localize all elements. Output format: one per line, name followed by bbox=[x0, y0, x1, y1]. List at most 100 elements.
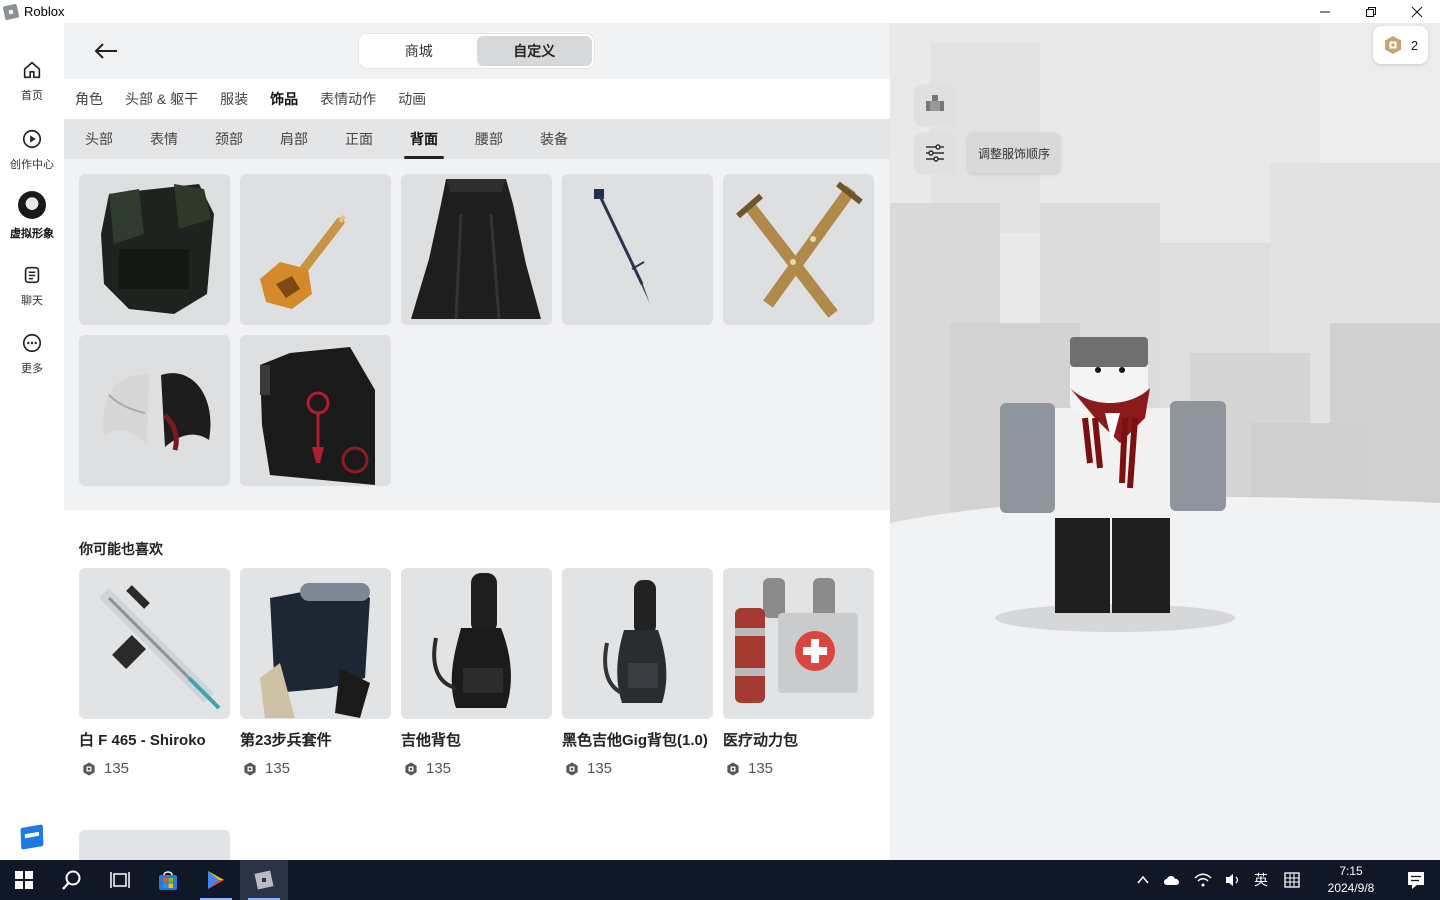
category-tab[interactable]: 动画 bbox=[398, 89, 426, 109]
guitar-case-icon bbox=[432, 573, 511, 708]
task-view-icon bbox=[110, 872, 130, 888]
category-tabs: 角色 头部 & 躯干 服装 饰品 表情动作 动画 bbox=[64, 79, 890, 119]
nav-item-home[interactable]: 首页 bbox=[0, 55, 64, 115]
category-tab[interactable]: 表情动作 bbox=[320, 89, 376, 109]
subcategory-tab[interactable]: 肩部 bbox=[280, 119, 308, 159]
owned-item-tile[interactable] bbox=[79, 174, 230, 325]
owned-item-tile[interactable] bbox=[401, 174, 552, 325]
notification-center-icon[interactable] bbox=[1392, 860, 1440, 900]
item-thumbnail bbox=[240, 568, 391, 719]
roblox-app-icon bbox=[2, 3, 20, 20]
item-price-value: 135 bbox=[265, 760, 291, 777]
crossed-swords-icon bbox=[736, 181, 863, 318]
nav-label-avatar: 虚拟形象 bbox=[10, 228, 54, 240]
task-view-button[interactable] bbox=[96, 860, 144, 900]
back-arrow-icon[interactable] bbox=[92, 37, 120, 65]
item-price-value: 135 bbox=[426, 760, 452, 777]
robux-icon bbox=[244, 762, 256, 775]
home-icon bbox=[23, 61, 41, 79]
search-icon bbox=[62, 870, 81, 890]
tooltip-adjust-order: 调整服饰顺序 bbox=[968, 133, 1060, 173]
ime-mode-icon[interactable] bbox=[1284, 872, 1300, 888]
restore-button[interactable] bbox=[1348, 0, 1394, 23]
adjust-accessory-order-button[interactable] bbox=[914, 132, 956, 174]
more-icon bbox=[22, 333, 42, 353]
windows-taskbar: 英 7:15 2024/9/8 bbox=[0, 860, 1440, 900]
microsoft-store-button[interactable] bbox=[144, 860, 192, 900]
owned-items-grid bbox=[64, 159, 890, 510]
network-icon[interactable] bbox=[1194, 872, 1212, 888]
subcategory-tab[interactable]: 头部 bbox=[85, 119, 113, 159]
ime-language-indicator[interactable]: 英 bbox=[1254, 870, 1268, 890]
backpack-armor-icon bbox=[101, 184, 214, 314]
recommendations-section: 你可能也喜欢 白 F 465 - Shiroko 135 第23步兵套件 135… bbox=[64, 510, 890, 860]
taskbar-clock[interactable]: 7:15 2024/9/8 bbox=[1310, 863, 1392, 897]
subcategory-tab[interactable]: 装备 bbox=[540, 119, 568, 159]
system-tray: 英 7:15 2024/9/8 bbox=[1130, 860, 1440, 900]
avatar bbox=[18, 191, 46, 219]
nav-item-avatar[interactable]: 虚拟形象 bbox=[0, 190, 64, 250]
robux-icon bbox=[405, 762, 417, 775]
item-thumbnail bbox=[723, 568, 874, 719]
left-nav: 首页 创作中心 虚拟形象 聊天 更多 bbox=[0, 23, 64, 860]
owned-item-tile[interactable] bbox=[240, 335, 391, 486]
search-button[interactable] bbox=[48, 860, 96, 900]
category-tab[interactable]: 服装 bbox=[220, 89, 248, 109]
minimize-button[interactable] bbox=[1302, 0, 1348, 23]
chevron-up-icon[interactable] bbox=[1136, 873, 1150, 887]
google-play-button[interactable] bbox=[192, 860, 240, 900]
owned-item-tile[interactable] bbox=[240, 174, 391, 325]
item-price: 135 bbox=[562, 760, 713, 777]
recommendation-card[interactable]: 白 F 465 - Shiroko 135 bbox=[79, 568, 230, 777]
tab-customize[interactable]: 自定义 bbox=[476, 36, 592, 66]
recommendation-card[interactable]: 吉他背包 135 bbox=[401, 568, 552, 777]
item-price: 135 bbox=[79, 760, 230, 777]
category-tab[interactable]: 头部 & 躯干 bbox=[125, 89, 198, 109]
roblox-taskbar-button[interactable] bbox=[240, 860, 288, 900]
golden-staff-icon bbox=[260, 214, 346, 309]
avatar-preview-viewport[interactable]: 2 调整服饰顺序 bbox=[890, 23, 1440, 860]
sliders-icon bbox=[926, 144, 944, 162]
robux-balance-chip[interactable]: 2 bbox=[1373, 26, 1428, 64]
category-tab[interactable]: 角色 bbox=[75, 89, 103, 109]
item-thumbnail bbox=[401, 568, 552, 719]
owned-item-tile[interactable] bbox=[562, 174, 713, 325]
subcategory-tab[interactable]: 正面 bbox=[345, 119, 373, 159]
robux-balance: 2 bbox=[1410, 37, 1419, 53]
avatar-pose-icon bbox=[926, 95, 944, 111]
category-tab-active[interactable]: 饰品 bbox=[270, 89, 298, 109]
robux-icon bbox=[566, 762, 578, 775]
onedrive-cloud-icon[interactable] bbox=[1162, 873, 1182, 887]
infantry-kit-icon bbox=[260, 583, 370, 718]
nav-item-more[interactable]: 更多 bbox=[0, 328, 64, 388]
close-icon bbox=[1411, 6, 1423, 17]
recommendation-card[interactable] bbox=[79, 830, 230, 860]
gig-bag-icon bbox=[603, 580, 667, 703]
recommendation-card[interactable]: 黑色吉他Gig背包(1.0) 135 bbox=[562, 568, 713, 777]
tab-shop[interactable]: 商城 bbox=[361, 36, 477, 66]
recommendation-card[interactable]: 第23步兵套件 135 bbox=[240, 568, 391, 777]
owned-item-tile[interactable] bbox=[723, 174, 874, 325]
subcategory-tab-active[interactable]: 背面 bbox=[404, 119, 444, 159]
owned-item-tile[interactable] bbox=[79, 335, 230, 486]
store-icon bbox=[159, 871, 177, 890]
roblox-app-icon bbox=[254, 870, 274, 890]
item-price-value: 135 bbox=[748, 760, 774, 777]
title-bar: Roblox bbox=[0, 0, 1440, 23]
black-cape-icon bbox=[411, 179, 541, 320]
nav-item-chat[interactable]: 聊天 bbox=[0, 260, 64, 320]
subcategory-tab[interactable]: 表情 bbox=[150, 119, 178, 159]
outfit-view-button[interactable] bbox=[914, 84, 956, 126]
start-button[interactable] bbox=[0, 860, 48, 900]
close-button[interactable] bbox=[1394, 0, 1440, 23]
roblox-logo-icon[interactable] bbox=[20, 824, 44, 850]
nav-item-create[interactable]: 创作中心 bbox=[0, 124, 64, 184]
nav-label-more: 更多 bbox=[21, 363, 43, 375]
subcategory-tab[interactable]: 腰部 bbox=[475, 119, 503, 159]
shop-customize-toggle: 商城 自定义 bbox=[359, 34, 594, 68]
item-price-value: 135 bbox=[587, 760, 613, 777]
recommendation-card[interactable]: 医疗动力包 135 bbox=[723, 568, 874, 777]
volume-icon[interactable] bbox=[1224, 872, 1242, 888]
nav-label-chat: 聊天 bbox=[21, 295, 43, 307]
subcategory-tab[interactable]: 颈部 bbox=[215, 119, 243, 159]
